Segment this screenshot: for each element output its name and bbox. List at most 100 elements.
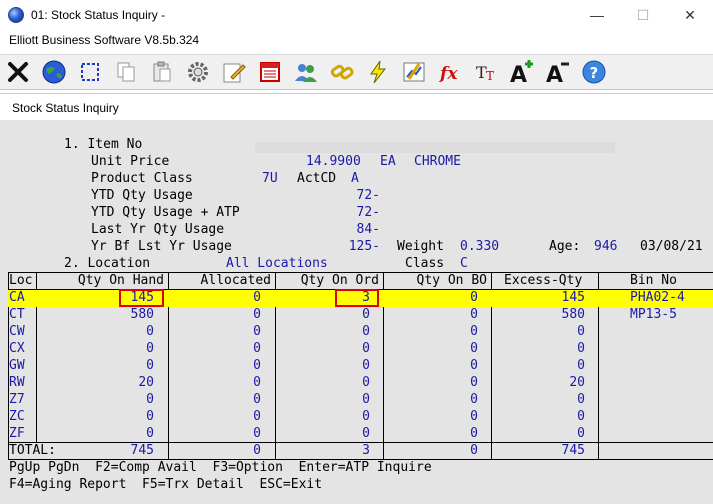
col-header-loc: Loc — [9, 273, 33, 288]
font-increase-icon[interactable]: A — [507, 57, 537, 87]
svg-text:fx: fx — [439, 64, 458, 84]
svg-text:?: ? — [590, 64, 599, 82]
globe-icon[interactable] — [39, 57, 69, 87]
cell-qty-on-ord: 0 — [362, 392, 370, 407]
close-window-button[interactable]: ✕ — [667, 0, 713, 30]
col-header-qty-on-ord: Qty On Ord — [300, 273, 379, 288]
cell-qty-on-bo: 0 — [470, 375, 478, 390]
cell-qty-on-bo: 0 — [470, 358, 478, 373]
cell-excess-qty: 0 — [577, 426, 585, 441]
cell-excess-qty: 0 — [577, 358, 585, 373]
weight-value: 0.330 — [460, 239, 500, 254]
gear-icon[interactable] — [183, 57, 213, 87]
function-keys-line-1: PgUp PgDn F2=Comp Avail F3=Option Enter=… — [9, 460, 432, 475]
function-keys-line-2: F4=Aging Report F5=Trx Detail ESC=Exit — [9, 477, 323, 492]
cell-loc: Z7 — [9, 392, 25, 407]
cell-qty-on-bo: 0 — [470, 324, 478, 339]
item-no-field[interactable] — [255, 142, 615, 153]
cell-qty-on-hand: 0 — [146, 341, 154, 356]
cell-allocated: 0 — [253, 426, 261, 441]
cell-qty-on-bo: 0 — [470, 426, 478, 441]
cell-qty-on-bo: 0 — [470, 409, 478, 424]
actcd-label: ActCD — [297, 171, 337, 186]
cell-allocated: 0 — [253, 290, 261, 305]
col-header-qty-on-bo: Qty On BO — [416, 273, 487, 288]
cell-qty-on-ord: 0 — [362, 358, 370, 373]
total-allocated: 0 — [253, 443, 261, 458]
cell-loc: CA — [9, 290, 25, 305]
cell-qty-on-bo: 0 — [470, 392, 478, 407]
font-decrease-icon[interactable]: A — [543, 57, 573, 87]
total-excess: 745 — [561, 443, 585, 458]
cell-qty-on-ord: 0 — [362, 324, 370, 339]
cell-loc: ZF — [9, 426, 25, 441]
link-icon[interactable] — [327, 57, 357, 87]
product-class-value: 7U — [262, 171, 278, 186]
cell-allocated: 0 — [253, 341, 261, 356]
svg-text:T: T — [486, 69, 494, 83]
cell-excess-qty: 0 — [577, 341, 585, 356]
lightning-icon[interactable] — [363, 57, 393, 87]
last-yr-qty-usage-label: Last Yr Qty Usage — [91, 222, 225, 237]
copy-icon[interactable] — [111, 57, 141, 87]
cell-qty-on-bo: 0 — [470, 290, 478, 305]
svg-text:A: A — [510, 63, 527, 86]
class-label: Class — [405, 256, 445, 271]
age-label: Age: — [549, 239, 581, 254]
panel-header: Stock Status Inquiry — [0, 93, 713, 121]
cell-loc: CX — [9, 341, 25, 356]
cell-qty-on-bo: 0 — [470, 307, 478, 322]
cell-qty-on-hand: 580 — [130, 307, 154, 322]
unit-price-value: 14.9900 — [306, 154, 361, 169]
cell-excess-qty: 20 — [569, 375, 585, 390]
cell-excess-qty: 580 — [561, 307, 585, 322]
unit-price-label: Unit Price — [91, 154, 170, 169]
cell-loc: GW — [9, 358, 25, 373]
users-icon[interactable] — [291, 57, 321, 87]
unit-price-uom: EA — [380, 154, 396, 169]
app-globe-icon[interactable] — [8, 7, 24, 23]
age-date: 03/08/21 — [640, 239, 703, 254]
cell-loc: CW — [9, 324, 25, 339]
maximize-button[interactable]: ☐ — [620, 0, 666, 30]
location-label: 2. Location — [64, 256, 151, 271]
cell-qty-on-hand: 20 — [138, 375, 154, 390]
cell-qty-on-hand: 0 — [146, 324, 154, 339]
close-icon[interactable] — [3, 57, 33, 87]
class-value: C — [460, 256, 468, 271]
edit-icon[interactable] — [219, 57, 249, 87]
total-on-ord: 3 — [362, 443, 370, 458]
cell-qty-on-hand: 0 — [146, 426, 154, 441]
cell-allocated: 0 — [253, 409, 261, 424]
minimize-button[interactable]: — — [574, 0, 620, 30]
cell-qty-on-ord: 0 — [362, 375, 370, 390]
select-icon[interactable] — [75, 57, 105, 87]
font-size-icon[interactable]: TT — [471, 57, 501, 87]
unit-price-desc: CHROME — [414, 154, 461, 169]
yr-bf-lst-yr-usage-label: Yr Bf Lst Yr Usage — [91, 239, 232, 254]
ytd-qty-usage-atp-value: 72- — [356, 205, 380, 220]
cell-excess-qty: 145 — [561, 290, 585, 305]
item-no-label: 1. Item No — [64, 137, 143, 152]
cell-qty-on-hand: 0 — [146, 409, 154, 424]
toolbar: fx TT A A ? — [0, 54, 713, 90]
cell-qty-on-bo: 0 — [470, 341, 478, 356]
location-value[interactable]: All Locations — [226, 256, 328, 272]
cell-qty-on-ord: 0 — [362, 307, 370, 322]
function-icon[interactable]: fx — [435, 57, 465, 87]
window-titlebar: 01: Stock Status Inquiry - — ☐ ✕ — [0, 0, 713, 30]
paste-icon[interactable] — [147, 57, 177, 87]
cell-excess-qty: 0 — [577, 409, 585, 424]
cell-loc: RW — [9, 375, 25, 390]
cell-excess-qty: 0 — [577, 324, 585, 339]
col-header-qty-on-hand: Qty On Hand — [77, 273, 164, 288]
highlight-box-qty-on-ord — [335, 289, 379, 307]
col-header-bin-no: Bin No — [630, 273, 677, 288]
svg-text:A: A — [546, 63, 563, 86]
cell-loc: ZC — [9, 409, 25, 424]
calculator-icon[interactable] — [255, 57, 285, 87]
help-icon[interactable]: ? — [579, 57, 609, 87]
inquiry-screen: 1. Item No Unit Price 14.9900 EA CHROME … — [0, 120, 713, 504]
total-on-hand: 745 — [130, 443, 154, 458]
chart-icon[interactable] — [399, 57, 429, 87]
